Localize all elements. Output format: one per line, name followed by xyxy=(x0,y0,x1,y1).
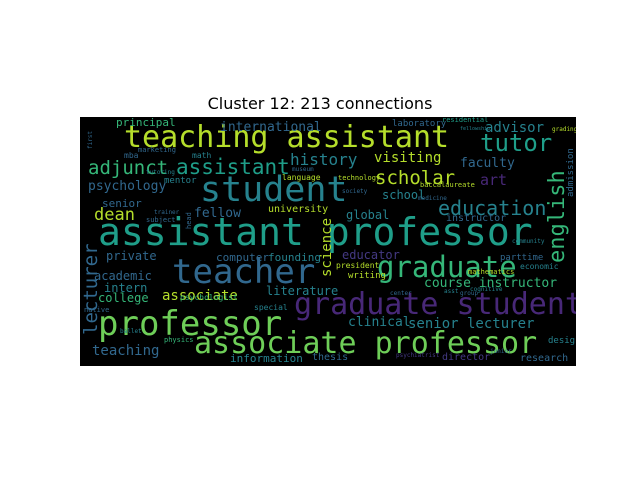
word: design xyxy=(548,336,576,346)
word: asst xyxy=(444,288,459,295)
word: president xyxy=(336,261,380,270)
word: psychology xyxy=(88,179,167,194)
word: society xyxy=(342,188,368,195)
word: international xyxy=(220,120,322,135)
word: director xyxy=(442,352,491,363)
word: language xyxy=(282,173,321,182)
word: residential xyxy=(442,117,489,124)
word: subject xyxy=(146,216,176,224)
word: tutoring xyxy=(146,169,175,176)
word: ballet xyxy=(120,328,142,335)
word: visiting xyxy=(374,150,442,166)
word: science xyxy=(319,217,335,277)
word: admission xyxy=(566,148,576,197)
word: economic xyxy=(520,262,559,271)
word: college xyxy=(98,291,149,305)
word-cloud: assistant professor teaching assistant s… xyxy=(80,117,576,366)
word: baccalaureate xyxy=(420,181,475,189)
word: head xyxy=(185,212,193,229)
word: math xyxy=(192,151,212,160)
word: grading xyxy=(552,126,576,133)
word: laboratory xyxy=(392,119,447,129)
word: computer xyxy=(216,251,269,264)
word: thesis xyxy=(312,352,349,363)
word: instructor xyxy=(446,213,507,224)
word: faculty xyxy=(460,156,515,171)
word: trainer xyxy=(154,209,180,216)
word: mentor xyxy=(164,176,197,186)
word: community xyxy=(512,238,545,245)
word: writing xyxy=(348,271,386,281)
word: senior xyxy=(102,197,142,210)
word: psychologist xyxy=(180,293,238,302)
word: museum xyxy=(292,166,314,173)
chart-title: Cluster 12: 213 connections xyxy=(207,94,433,113)
word: medicine xyxy=(418,195,447,202)
word: teaching xyxy=(92,343,160,359)
word: senior lecturer xyxy=(408,316,535,332)
word: information xyxy=(230,352,303,365)
word: mathematics xyxy=(468,268,515,276)
word: literature xyxy=(266,284,339,298)
word: mba xyxy=(124,151,139,160)
word: private xyxy=(106,249,157,263)
word: fellowship xyxy=(460,126,491,132)
word: junior xyxy=(490,348,512,355)
word: academic xyxy=(94,269,152,283)
word: technology xyxy=(338,174,381,182)
word: advisor xyxy=(485,120,545,136)
word: global xyxy=(346,208,390,222)
word: lecturer xyxy=(80,243,102,335)
word: assistant xyxy=(176,155,290,179)
word: group xyxy=(460,290,479,297)
word: special xyxy=(254,303,288,312)
word: center xyxy=(390,290,412,297)
word: fellow xyxy=(194,206,241,221)
word: marketing xyxy=(138,146,176,154)
word: first xyxy=(87,130,94,149)
word: research xyxy=(520,353,569,364)
word: educator xyxy=(342,248,400,262)
word: founding xyxy=(268,251,321,264)
word: art xyxy=(480,171,508,189)
word: physics xyxy=(164,336,194,344)
word: clinical xyxy=(348,315,411,330)
word: university xyxy=(268,204,329,215)
word: native xyxy=(84,306,110,314)
word: psychiatrist xyxy=(396,352,440,359)
word: principal xyxy=(116,117,176,129)
